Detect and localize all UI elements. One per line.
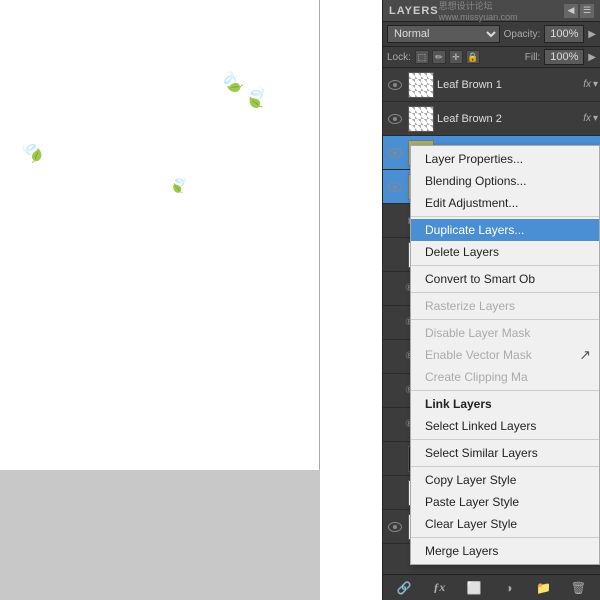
cursor-icon: ↗ xyxy=(579,347,591,364)
blend-mode-select[interactable]: Normal xyxy=(387,25,500,43)
ctx-paste-layer-style[interactable]: Paste Layer Style xyxy=(411,491,599,513)
ctx-separator xyxy=(411,390,599,391)
layer-visibility-toggle[interactable] xyxy=(385,408,405,442)
lock-paint-button[interactable]: ✏ xyxy=(432,50,446,64)
ctx-link-layers[interactable]: Link Layers xyxy=(411,393,599,415)
ctx-delete-layers[interactable]: Delete Layers xyxy=(411,241,599,263)
layer-visibility-toggle[interactable] xyxy=(385,170,405,204)
layer-thumbnail xyxy=(408,72,434,98)
panel-footer: 🔗 ƒx ⬜ ◑ 📁 🗑 xyxy=(383,574,600,600)
lock-fill-row: Lock: ⬚ ✏ ✛ 🔒 Fill: ▶ xyxy=(383,47,600,68)
ctx-edit-adjustment[interactable]: Edit Adjustment... xyxy=(411,192,599,214)
ctx-blending-options[interactable]: Blending Options... xyxy=(411,170,599,192)
fill-input[interactable] xyxy=(544,49,584,65)
layer-fx-badge: fx xyxy=(583,113,591,124)
panel-collapse-button[interactable]: ◀ xyxy=(564,4,578,18)
ctx-separator xyxy=(411,439,599,440)
layer-thumbnail xyxy=(408,106,434,132)
adjustment-button[interactable]: ◑ xyxy=(499,578,519,598)
blend-opacity-row: Normal Opacity: ▶ xyxy=(383,22,600,47)
ctx-select-linked-layers[interactable]: Select Linked Layers xyxy=(411,415,599,437)
lock-icons: ⬚ ✏ ✛ 🔒 xyxy=(415,50,480,64)
new-group-button[interactable]: 📁 xyxy=(534,578,554,598)
lock-label: Lock: xyxy=(387,52,411,63)
layer-visibility-toggle[interactable] xyxy=(385,136,405,170)
layer-visibility-toggle[interactable] xyxy=(385,374,405,408)
opacity-input[interactable] xyxy=(544,25,584,43)
ctx-copy-layer-style[interactable]: Copy Layer Style xyxy=(411,469,599,491)
layer-visibility-toggle[interactable] xyxy=(385,442,405,476)
canvas-gray-area xyxy=(0,470,320,600)
visibility-eye-icon xyxy=(388,182,402,192)
layer-row[interactable]: Leaf Brown 1 fx ▾ xyxy=(383,68,600,102)
layer-visibility-toggle[interactable] xyxy=(385,68,405,102)
layer-visibility-toggle[interactable] xyxy=(385,102,405,136)
ctx-disable-layer-mask[interactable]: Disable Layer Mask xyxy=(411,322,599,344)
ctx-separator xyxy=(411,466,599,467)
visibility-eye-icon xyxy=(388,522,402,532)
opacity-arrow[interactable]: ▶ xyxy=(588,29,596,40)
panel-title: LAYERS xyxy=(389,5,439,17)
layer-fx-arrow: ▾ xyxy=(593,79,598,90)
context-menu: Layer Properties... Blending Options... … xyxy=(410,145,600,565)
ctx-separator xyxy=(411,319,599,320)
layer-name: Leaf Brown 2 xyxy=(437,113,583,125)
leaf-decoration-3: 🍃 xyxy=(15,135,50,170)
layer-fx-badge: fx xyxy=(583,79,591,90)
ctx-select-similar-layers[interactable]: Select Similar Layers xyxy=(411,442,599,464)
layer-row[interactable]: Leaf Brown 2 fx ▾ xyxy=(383,102,600,136)
layer-visibility-toggle[interactable] xyxy=(385,204,405,238)
ctx-separator xyxy=(411,292,599,293)
layer-visibility-toggle[interactable] xyxy=(385,306,405,340)
panel-header: LAYERS 思想设计论坛 www.missyuan.com ◀ ☰ xyxy=(383,0,600,22)
layer-fx-arrow: ▾ xyxy=(593,113,598,124)
layer-visibility-toggle[interactable] xyxy=(385,476,405,510)
lock-all-button[interactable]: 🔒 xyxy=(466,50,480,64)
ctx-rasterize-layers[interactable]: Rasterize Layers xyxy=(411,295,599,317)
lock-move-button[interactable]: ✛ xyxy=(449,50,463,64)
visibility-eye-icon xyxy=(388,80,402,90)
visibility-eye-icon xyxy=(388,148,402,158)
ctx-separator xyxy=(411,265,599,266)
ctx-separator xyxy=(411,537,599,538)
panel-watermark: 思想设计论坛 www.missyuan.com xyxy=(439,0,564,22)
add-mask-button[interactable]: ⬜ xyxy=(464,578,484,598)
fill-label: Fill: xyxy=(525,52,541,63)
layer-visibility-toggle[interactable] xyxy=(385,238,405,272)
link-layers-button[interactable]: 🔗 xyxy=(394,578,414,598)
canvas-area: 🍃 🍃 🍃 🍃 xyxy=(0,0,320,600)
ctx-create-clipping-mask[interactable]: Create Clipping Ma xyxy=(411,366,599,388)
layer-visibility-toggle[interactable] xyxy=(385,510,405,544)
visibility-eye-icon xyxy=(388,114,402,124)
leaf-decoration-4: 🍃 xyxy=(167,172,194,199)
fx-button[interactable]: ƒx xyxy=(429,578,449,598)
ctx-clear-layer-style[interactable]: Clear Layer Style xyxy=(411,513,599,535)
ctx-duplicate-layers[interactable]: Duplicate Layers... ↗ xyxy=(411,219,599,241)
ctx-enable-vector-mask[interactable]: Enable Vector Mask xyxy=(411,344,599,366)
ctx-separator xyxy=(411,216,599,217)
delete-layer-button[interactable]: 🗑 xyxy=(569,578,589,598)
ctx-merge-layers[interactable]: Merge Layers xyxy=(411,540,599,562)
fill-arrow[interactable]: ▶ xyxy=(588,52,596,63)
layer-visibility-toggle[interactable] xyxy=(385,272,405,306)
leaf-decoration-2: 🍃 xyxy=(242,82,273,113)
layer-name: Leaf Brown 1 xyxy=(437,79,583,91)
panel-controls: ◀ ☰ xyxy=(564,4,594,18)
ctx-convert-smart[interactable]: Convert to Smart Ob xyxy=(411,268,599,290)
layer-visibility-toggle[interactable] xyxy=(385,340,405,374)
lock-transparent-button[interactable]: ⬚ xyxy=(415,50,429,64)
ctx-layer-properties[interactable]: Layer Properties... xyxy=(411,148,599,170)
opacity-label: Opacity: xyxy=(504,29,541,40)
panel-menu-button[interactable]: ☰ xyxy=(580,4,594,18)
